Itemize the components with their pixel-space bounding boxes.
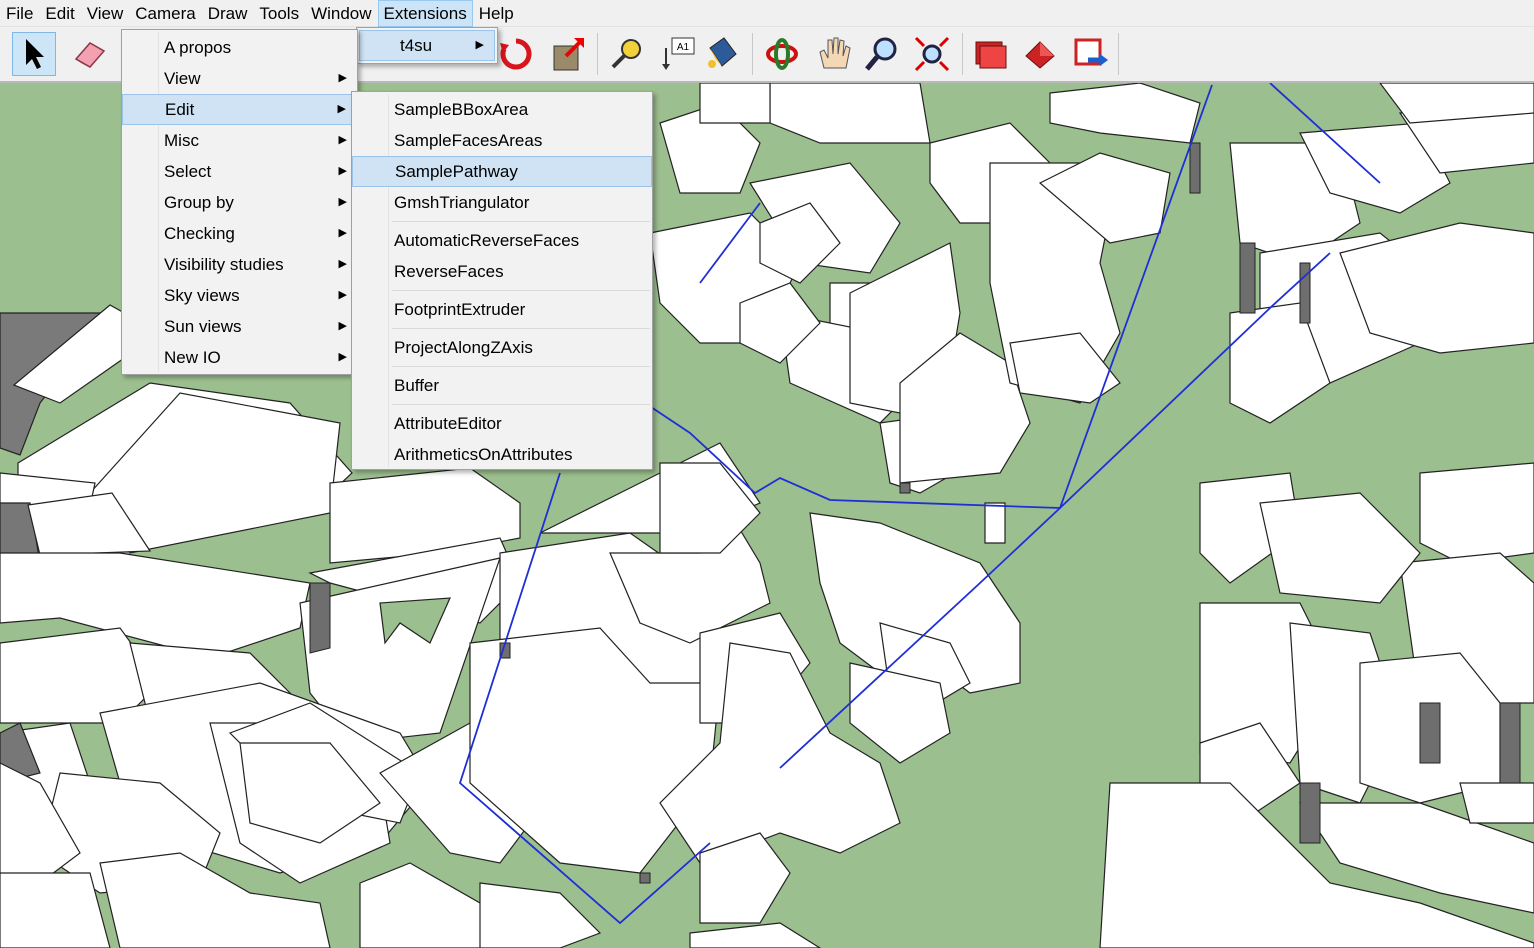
menu-separator xyxy=(392,366,650,367)
menu-item-label: Visibility studies xyxy=(164,255,284,274)
menu-item-label: FootprintExtruder xyxy=(394,300,526,319)
menu-item-label: t4su xyxy=(400,36,433,55)
menu-item-label: Group by xyxy=(164,193,234,212)
menu-edit[interactable]: Edit xyxy=(39,0,80,27)
submenu-arrow-icon: ▶ xyxy=(338,196,347,208)
paint-bucket-icon[interactable] xyxy=(700,32,744,76)
menu-item-group-by[interactable]: Group by ▶ xyxy=(122,187,357,218)
menu-item-select[interactable]: Select ▶ xyxy=(122,156,357,187)
menu-item-checking[interactable]: Checking ▶ xyxy=(122,218,357,249)
menu-extensions[interactable]: Extensions xyxy=(377,0,473,27)
menu-item-label: SampleFacesAreas xyxy=(394,131,543,150)
svg-text:A1: A1 xyxy=(677,42,690,53)
submenu-arrow-icon: ▶ xyxy=(338,320,347,332)
menu-item-label: Edit xyxy=(165,100,195,119)
menu-item-label: Checking xyxy=(164,224,235,243)
menu-item-label: ArithmeticsOnAttributes xyxy=(394,445,573,464)
menu-item-projectalongzaxis[interactable]: ProjectAlongZAxis xyxy=(352,332,652,363)
menu-tools[interactable]: Tools xyxy=(253,0,305,27)
pan-hand-icon[interactable] xyxy=(812,32,856,76)
menu-item-label: Sky views xyxy=(164,286,240,305)
menu-item-sun-views[interactable]: Sun views ▶ xyxy=(122,311,357,342)
menu-view[interactable]: View xyxy=(81,0,130,27)
extension-warehouse-icon[interactable] xyxy=(1018,32,1062,76)
menu-item-samplepathway[interactable]: SamplePathway xyxy=(352,156,652,187)
menu-window[interactable]: Window xyxy=(305,0,377,27)
submenu-arrow-icon: ▶ xyxy=(338,289,347,301)
menu-item-label: ProjectAlongZAxis xyxy=(394,338,533,357)
menu-item-samplefacesareas[interactable]: SampleFacesAreas xyxy=(352,125,652,156)
menu-item-sky-views[interactable]: Sky views ▶ xyxy=(122,280,357,311)
menu-bar: File Edit View Camera Draw Tools Window … xyxy=(0,0,1534,27)
menu-item-label: New IO xyxy=(164,348,221,367)
menu-item-footprintextruder[interactable]: FootprintExtruder xyxy=(352,294,652,325)
menu-item-new-io[interactable]: New IO ▶ xyxy=(122,342,357,373)
menu-item-label: SamplePathway xyxy=(395,162,518,181)
menu-item-gmshtriangulator[interactable]: GmshTriangulator xyxy=(352,187,652,218)
rotate-icon[interactable] xyxy=(494,32,538,76)
menu-item-label: AutomaticReverseFaces xyxy=(394,231,580,250)
push-pull-icon[interactable] xyxy=(546,32,590,76)
submenu-arrow-icon: ▶ xyxy=(337,103,346,115)
menu-item-label: A propos xyxy=(164,38,232,57)
t4su-submenu: A propos View ▶ Edit ▶ Misc ▶ Select ▶ Group… xyxy=(121,29,358,375)
submenu-arrow-icon: ▶ xyxy=(338,258,347,270)
menu-item-reversefaces[interactable]: ReverseFaces xyxy=(352,256,652,287)
zoom-icon[interactable] xyxy=(860,32,904,76)
menu-item-label: Buffer xyxy=(394,376,440,395)
submenu-arrow-icon: ▶ xyxy=(338,351,347,363)
extension-manager-icon[interactable] xyxy=(1068,32,1112,76)
menu-item-a-propos[interactable]: A propos xyxy=(122,32,357,63)
extensions-menu: t4su ▶ xyxy=(356,27,498,64)
menu-item-edit[interactable]: Edit ▶ xyxy=(122,94,357,125)
submenu-arrow-icon: ▶ xyxy=(475,39,484,51)
menu-item-buffer[interactable]: Buffer xyxy=(352,370,652,401)
submenu-arrow-icon: ▶ xyxy=(338,227,347,239)
menu-separator xyxy=(392,404,650,405)
submenu-arrow-icon: ▶ xyxy=(338,72,347,84)
eraser-icon[interactable] xyxy=(68,32,112,76)
menu-item-attributeeditor[interactable]: AttributeEditor xyxy=(352,408,652,439)
menu-help[interactable]: Help xyxy=(473,0,520,27)
menu-item-visibility-studies[interactable]: Visibility studies ▶ xyxy=(122,249,357,280)
menu-separator xyxy=(392,221,650,222)
menu-item-view[interactable]: View ▶ xyxy=(122,63,357,94)
menu-file[interactable]: File xyxy=(0,0,39,27)
ruby-console-icon[interactable] xyxy=(968,32,1012,76)
submenu-arrow-icon: ▶ xyxy=(338,134,347,146)
menu-camera[interactable]: Camera xyxy=(129,0,201,27)
menu-draw[interactable]: Draw xyxy=(202,0,254,27)
menu-item-label: Sun views xyxy=(164,317,242,336)
menu-item-arithmeticsonattributes[interactable]: ArithmeticsOnAttributes xyxy=(352,439,652,470)
menu-separator xyxy=(392,290,650,291)
select-arrow-icon[interactable] xyxy=(12,32,56,76)
orbit-icon[interactable] xyxy=(760,32,804,76)
menu-item-label: Select xyxy=(164,162,212,181)
menu-item-misc[interactable]: Misc ▶ xyxy=(122,125,357,156)
menu-item-t4su[interactable]: t4su ▶ xyxy=(359,30,495,61)
menu-item-label: SampleBBoxArea xyxy=(394,100,529,119)
menu-item-label: GmshTriangulator xyxy=(394,193,530,212)
menu-item-samplebboxarea[interactable]: SampleBBoxArea xyxy=(352,94,652,125)
menu-item-label: Misc xyxy=(164,131,199,150)
menu-item-label: View xyxy=(164,69,201,88)
zoom-extents-icon[interactable] xyxy=(910,32,954,76)
menu-item-automaticreversefaces[interactable]: AutomaticReverseFaces xyxy=(352,225,652,256)
menu-item-label: AttributeEditor xyxy=(394,414,502,433)
menu-separator xyxy=(392,328,650,329)
text-icon[interactable]: A1 xyxy=(656,32,700,76)
submenu-arrow-icon: ▶ xyxy=(338,165,347,177)
tape-measure-icon[interactable] xyxy=(604,32,648,76)
edit-submenu: SampleBBoxArea SampleFacesAreas SamplePa… xyxy=(351,91,653,470)
menu-item-label: ReverseFaces xyxy=(394,262,504,281)
